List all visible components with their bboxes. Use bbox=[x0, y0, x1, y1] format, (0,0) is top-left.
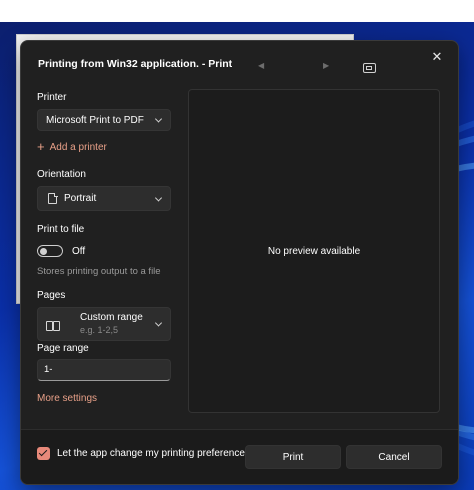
document-icon bbox=[48, 192, 58, 204]
next-page-icon[interactable]: ▶ bbox=[323, 61, 329, 70]
fit-to-window-icon[interactable] bbox=[363, 63, 376, 73]
pages-select-value: Custom range bbox=[80, 312, 143, 323]
toggle-knob bbox=[40, 247, 47, 255]
printing-preferences-checkbox[interactable] bbox=[37, 447, 50, 460]
preview-message: No preview available bbox=[267, 245, 361, 257]
previous-page-icon[interactable]: ◀ bbox=[258, 61, 264, 70]
print-preview-pane: No preview available bbox=[188, 89, 440, 413]
dialog-title: Printing from Win32 application. - Print bbox=[38, 58, 233, 70]
orientation-select[interactable]: Portrait bbox=[37, 186, 171, 211]
printer-select-value: Microsoft Print to PDF bbox=[46, 115, 144, 126]
page-range-label: Page range bbox=[37, 343, 89, 354]
pages-icon bbox=[46, 321, 60, 331]
page-range-value: 1- bbox=[44, 364, 53, 375]
dialog-footer: Let the app change my printing preferenc… bbox=[21, 429, 458, 484]
page-range-input[interactable]: 1- bbox=[37, 359, 171, 381]
printer-label: Printer bbox=[37, 92, 67, 103]
print-to-file-label: Print to file bbox=[37, 224, 85, 235]
pages-label: Pages bbox=[37, 290, 66, 301]
close-icon: ✕ bbox=[431, 49, 443, 65]
print-to-file-hint: Stores printing output to a file bbox=[37, 266, 161, 277]
toggle-state-text: Off bbox=[72, 246, 86, 257]
add-printer-label: Add a printer bbox=[49, 142, 107, 153]
pages-select[interactable]: Custom range e.g. 1-2,5 bbox=[37, 307, 171, 341]
plus-icon: + bbox=[37, 139, 45, 154]
pages-example: e.g. 1-2,5 bbox=[80, 325, 119, 335]
add-printer-link[interactable]: + Add a printer bbox=[37, 139, 107, 154]
orientation-select-value: Portrait bbox=[64, 193, 97, 204]
cancel-button[interactable]: Cancel bbox=[346, 445, 442, 469]
printer-select[interactable]: Microsoft Print to PDF bbox=[37, 109, 171, 131]
more-settings-link[interactable]: More settings bbox=[37, 393, 97, 404]
chevron-down-icon bbox=[154, 193, 163, 202]
print-to-file-toggle[interactable] bbox=[37, 245, 63, 257]
print-button[interactable]: Print bbox=[245, 445, 341, 469]
print-dialog: Printing from Win32 application. - Print… bbox=[20, 40, 459, 485]
printing-preferences-label[interactable]: Let the app change my printing preferenc… bbox=[57, 448, 250, 459]
chevron-down-icon bbox=[154, 115, 163, 123]
close-button[interactable]: ✕ bbox=[422, 45, 452, 69]
orientation-label: Orientation bbox=[37, 169, 86, 180]
